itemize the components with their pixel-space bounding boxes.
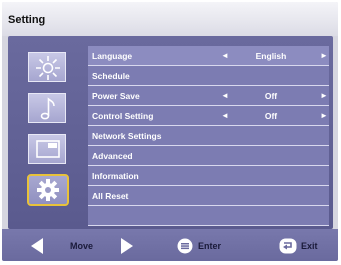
left-arrow-icon[interactable]: ◄ xyxy=(221,111,229,120)
menu-item-all-reset[interactable]: All Reset xyxy=(88,186,329,206)
right-arrow-icon[interactable]: ► xyxy=(320,51,328,60)
menu-item-power-save[interactable]: Power Save ◄ Off ► xyxy=(88,86,329,106)
menu-item-empty xyxy=(88,206,329,226)
menu-item-label: Language xyxy=(92,51,133,61)
menu-item-label: All Reset xyxy=(92,191,129,201)
left-arrow-icon[interactable]: ◄ xyxy=(221,51,229,60)
menu-item-information[interactable]: Information xyxy=(88,166,329,186)
settings-panel: Language ◄ English ► Schedule Power Save… xyxy=(8,36,333,229)
menu-item-network-settings[interactable]: Network Settings xyxy=(88,126,329,146)
left-arrow-icon[interactable]: ◄ xyxy=(221,91,229,100)
right-arrow-icon[interactable]: ► xyxy=(320,91,328,100)
category-picture[interactable] xyxy=(28,52,66,82)
exit-icon xyxy=(279,238,297,259)
settings-menu-list: Language ◄ English ► Schedule Power Save… xyxy=(88,46,329,226)
footer-bar: Move Enter Exit xyxy=(2,229,338,261)
move-label: Move xyxy=(70,241,94,251)
enter-icon xyxy=(177,238,193,259)
settings-osd: Setting Language ◄ English ► Schedule Po… xyxy=(2,2,338,261)
menu-item-value: English xyxy=(255,51,287,61)
menu-item-label: Information xyxy=(92,171,139,181)
menu-item-label: Schedule xyxy=(92,71,130,81)
category-setting[interactable] xyxy=(27,174,69,206)
menu-item-value: Off xyxy=(264,91,278,101)
exit-label: Exit xyxy=(301,241,318,251)
category-screen[interactable] xyxy=(28,134,66,164)
category-audio[interactable] xyxy=(28,93,66,123)
menu-item-control-setting[interactable]: Control Setting ◄ Off ► xyxy=(88,106,329,126)
triangle-right-icon xyxy=(120,238,134,259)
menu-item-schedule[interactable]: Schedule xyxy=(88,66,329,86)
menu-item-language[interactable]: Language ◄ English ► xyxy=(88,46,329,66)
menu-item-label: Network Settings xyxy=(92,131,162,141)
title-bar: Setting xyxy=(2,2,338,36)
menu-item-value: Off xyxy=(264,111,278,121)
page-title: Setting xyxy=(8,14,46,26)
enter-label: Enter xyxy=(198,241,222,251)
menu-item-label: Power Save xyxy=(92,91,140,101)
triangle-left-icon xyxy=(30,238,44,259)
menu-item-label: Advanced xyxy=(92,151,133,161)
right-arrow-icon[interactable]: ► xyxy=(320,111,328,120)
menu-item-advanced[interactable]: Advanced xyxy=(88,146,329,166)
menu-item-label: Control Setting xyxy=(92,111,154,121)
